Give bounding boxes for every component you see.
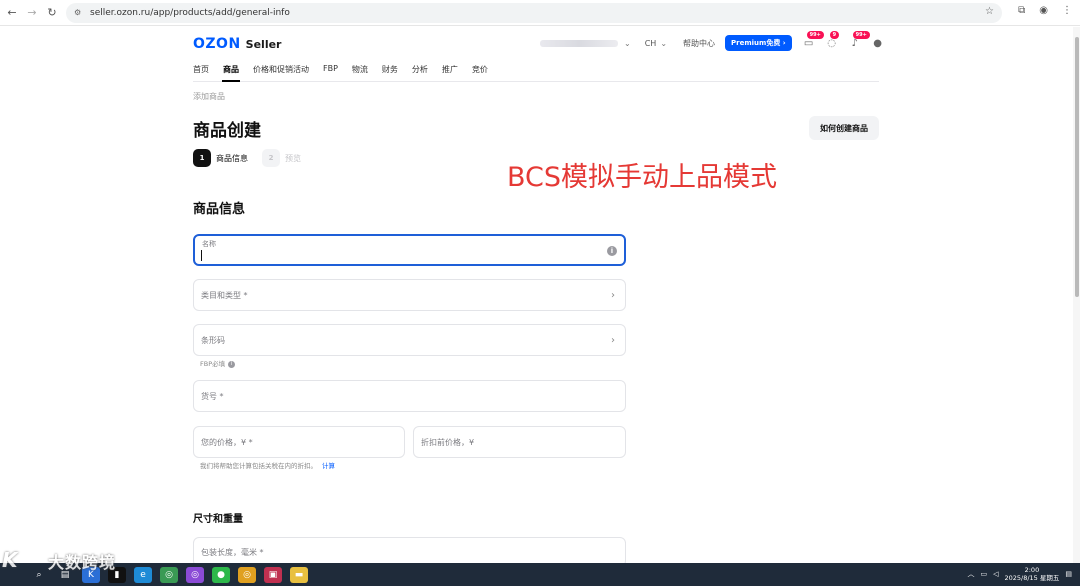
wechat-icon[interactable]: ●	[212, 566, 230, 583]
clock[interactable]: 2:00 2025/8/15 星期五	[1004, 566, 1059, 582]
name-field-label: 名称	[202, 240, 216, 248]
notification-badge: 99+	[852, 31, 870, 39]
section-product-info: 商品信息	[193, 202, 246, 217]
sku-field[interactable]: 货号 *	[193, 380, 626, 412]
ide-icon[interactable]: ▣	[264, 566, 282, 583]
chevron-right-icon: ›	[611, 335, 615, 346]
barcode-hint-text: FBP必填	[200, 360, 226, 368]
category-field-label: 类目和类型 *	[201, 291, 248, 300]
nav-item-products[interactable]: 商品	[223, 64, 239, 75]
section-dimensions: 尺寸和重量	[193, 514, 243, 525]
premium-button[interactable]: Premium免费 ›	[725, 35, 792, 51]
main-nav: 首页 商品 价格和促销活动 FBP 物流 财务 分析 推广 竞价	[193, 64, 488, 75]
watermark-logo: K	[2, 548, 18, 572]
profile-icon[interactable]: ◉	[1039, 5, 1048, 16]
barcode-field-label: 条形码	[201, 336, 225, 345]
header-actions: ⌄ CH ⌄ 帮助中心 Premium免费 › ▭ 99+ ◌ 9 ♪ 99+ ●	[540, 31, 884, 51]
price-field-label: 您的价格，¥ *	[201, 438, 253, 447]
bookmark-star-icon[interactable]: ☆	[985, 6, 994, 17]
name-field[interactable]: 名称 i	[193, 234, 626, 266]
clock-time: 2:00	[1024, 566, 1040, 574]
help-center-link[interactable]: 帮助中心	[683, 38, 715, 49]
clock-date: 2025/8/15 星期五	[1004, 574, 1060, 582]
logo-brand: OZON	[193, 36, 241, 52]
menu-icon[interactable]: ⋮	[1062, 5, 1072, 16]
notification-bell-icon[interactable]: ♪ 99+	[849, 31, 870, 49]
chevron-right-icon: ›	[611, 290, 615, 301]
watermark-text: 大数跨境	[48, 553, 117, 572]
system-tray: ︿ ▭ ◁ 2:00 2025/8/15 星期五 ▤	[967, 566, 1072, 582]
calculate-link[interactable]: 计算	[322, 462, 335, 470]
user-avatar-icon[interactable]: ●	[872, 37, 884, 49]
step-1-label[interactable]: 商品信息	[216, 153, 248, 164]
browser-actions: ⧉ ◉ ⋮	[1018, 5, 1072, 16]
chrome-icon[interactable]: ◎	[160, 566, 178, 583]
language-switch[interactable]: CH	[645, 39, 657, 48]
site-settings-icon[interactable]: ⚙	[74, 8, 84, 18]
tray-arrow-icon[interactable]: ︿	[967, 569, 974, 579]
support-icon[interactable]: ◌ 9	[826, 31, 840, 49]
nav-item-home[interactable]: 首页	[193, 64, 209, 75]
notification-center-icon[interactable]: ▤	[1065, 570, 1072, 578]
support-badge: 9	[829, 31, 840, 39]
step-2-label: 预览	[285, 153, 301, 163]
info-icon[interactable]: i	[228, 360, 236, 368]
how-to-create-button[interactable]: 如何创建商品	[809, 116, 879, 140]
price-field[interactable]: 您的价格，¥ *	[193, 426, 405, 458]
active-nav-indicator	[222, 80, 240, 82]
page-title: 商品创建	[193, 121, 261, 141]
chevron-down-icon[interactable]: ⌄	[624, 39, 631, 48]
volume-icon[interactable]: ◁	[993, 570, 998, 578]
account-selector[interactable]	[540, 39, 618, 47]
price-hint-text: 我们将帮助您计算包括关税在内的折扣。	[200, 462, 317, 470]
chat-badge: 99+	[806, 31, 824, 39]
address-bar[interactable]: ⚙ seller.ozon.ru/app/products/add/genera…	[66, 3, 1002, 23]
extensions-icon[interactable]: ⧉	[1018, 5, 1025, 16]
nav-item-promotion[interactable]: 推广	[442, 64, 458, 75]
browser-icon[interactable]: ◎	[186, 566, 204, 583]
text-caret	[201, 250, 202, 261]
forward-icon[interactable]: →	[24, 5, 40, 21]
step-1-number: 1	[193, 149, 211, 167]
watermark: K 大数跨境	[2, 548, 116, 574]
breadcrumb[interactable]: 添加商品	[193, 91, 225, 102]
logo-sub: Seller	[245, 38, 282, 51]
barcode-hint: FBP必填 i	[200, 358, 236, 368]
nav-item-prices[interactable]: 价格和促销活动	[253, 64, 309, 75]
folder-icon[interactable]: ▬	[290, 566, 308, 583]
nav-item-finance[interactable]: 财务	[382, 64, 398, 75]
reload-icon[interactable]: ↻	[44, 5, 60, 21]
nav-item-bidding[interactable]: 竞价	[472, 64, 488, 75]
info-icon[interactable]: i	[607, 246, 617, 256]
step-2-number: 2	[262, 149, 280, 167]
price-hint: 我们将帮助您计算包括关税在内的折扣。 计算	[200, 460, 335, 470]
category-field[interactable]: 类目和类型 * ›	[193, 279, 626, 311]
edge-icon[interactable]: e	[134, 566, 152, 583]
chevron-down-icon[interactable]: ⌄	[660, 39, 667, 48]
sku-field-label: 货号 *	[201, 392, 224, 401]
url-text: seller.ozon.ru/app/products/add/general-…	[90, 8, 290, 18]
network-icon[interactable]: ▭	[980, 570, 987, 578]
scrollbar-thumb[interactable]	[1075, 37, 1079, 297]
nav-item-analytics[interactable]: 分析	[412, 64, 428, 75]
nav-divider	[193, 81, 879, 82]
back-icon[interactable]: ←	[4, 5, 20, 21]
overlay-caption: BCS模拟手动上品模式	[507, 162, 778, 193]
nav-item-logistics[interactable]: 物流	[352, 64, 368, 75]
nav-item-fbp[interactable]: FBP	[323, 64, 338, 75]
chat-icon[interactable]: ▭ 99+	[803, 31, 824, 49]
browser-toolbar: ← → ↻ ⚙ seller.ozon.ru/app/products/add/…	[0, 0, 1080, 26]
page-scrollbar[interactable]	[1073, 27, 1080, 563]
stepper: 1 商品信息 2 预览	[193, 149, 301, 167]
old-price-field-label: 折扣前价格，¥	[421, 438, 475, 447]
barcode-field[interactable]: 条形码 ›	[193, 324, 626, 356]
chrome-alt-icon[interactable]: ◎	[238, 566, 256, 583]
package-length-label: 包装长度，毫米 *	[201, 548, 264, 557]
windows-taskbar: ⌕ ▤ K ▮ e ◎ ◎ ● ◎ ▣ ▬ ︿ ▭ ◁ 2:00 2025/8/…	[0, 563, 1080, 586]
ozon-seller-logo[interactable]: OZON Seller	[193, 36, 281, 52]
old-price-field[interactable]: 折扣前价格，¥	[413, 426, 626, 458]
